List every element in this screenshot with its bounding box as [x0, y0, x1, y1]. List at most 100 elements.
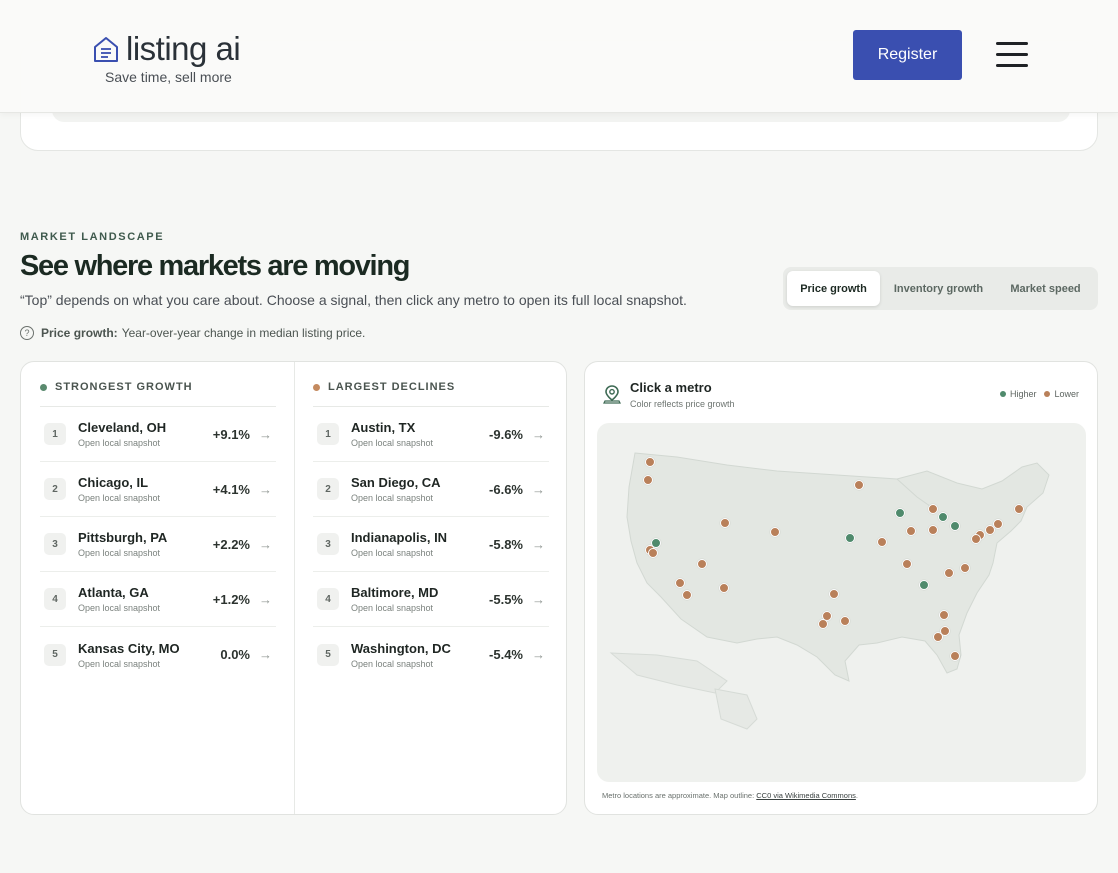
decline-value: -5.8% — [489, 536, 523, 552]
house-document-icon — [94, 37, 118, 62]
menu-icon[interactable] — [996, 42, 1029, 68]
metro-name: Washington, DC — [351, 640, 451, 656]
growth-heading: STRONGEST GROWTH — [40, 362, 276, 407]
signal-tabs: Price growth Inventory growth Market spe… — [783, 267, 1098, 310]
open-snapshot-link[interactable]: Open local snapshot — [351, 659, 489, 669]
metro-marker[interactable] — [928, 504, 938, 514]
metro-marker[interactable] — [928, 525, 938, 535]
tagline: Save time, sell more — [105, 69, 232, 85]
rank-badge: 4 — [44, 588, 66, 610]
list-item[interactable]: 3 Indianapolis, IN Open local snapshot -5.8… — [313, 517, 549, 572]
metro-name: Cleveland, OH — [78, 420, 167, 435]
growth-value: +4.1% — [212, 481, 250, 497]
metro-marker[interactable] — [675, 578, 685, 588]
metro-marker[interactable] — [950, 651, 960, 661]
metro-marker[interactable] — [939, 610, 949, 620]
tab-market-speed[interactable]: Market speed — [997, 271, 1094, 306]
map-attribution: Metro locations are approximate. Map out… — [602, 791, 755, 800]
arrow-right-icon: → — [259, 591, 272, 607]
section-subtitle: “Top” depends on what you care about. Ch… — [20, 292, 687, 308]
logo[interactable]: listing ai — [92, 32, 241, 66]
metro-marker[interactable] — [1014, 504, 1024, 514]
legend-higher: Higher — [1009, 389, 1037, 399]
open-snapshot-link[interactable]: Open local snapshot — [78, 603, 213, 613]
hint-label: Price growth: — [41, 326, 118, 340]
higher-dot-icon — [999, 391, 1006, 397]
metro-name: Austin, TX — [351, 420, 416, 435]
list-item[interactable]: 5 Washington, DC Open local snapshot -5.4% → — [313, 627, 549, 682]
us-outline — [609, 452, 1050, 730]
attribution-link[interactable]: CC0 via Wikimedia Commons — [756, 791, 856, 800]
metro-marker[interactable] — [645, 457, 655, 467]
metro-marker[interactable] — [933, 632, 943, 642]
metro-marker[interactable] — [697, 559, 707, 569]
metro-marker[interactable] — [643, 475, 653, 485]
arrow-right-icon: → — [532, 481, 545, 497]
metro-marker[interactable] — [906, 526, 916, 536]
declines-column: LARGEST DECLINES 1 Austin, TX Open local s… — [313, 362, 549, 682]
open-snapshot-link[interactable]: Open local snapshot — [351, 548, 489, 558]
metro-marker[interactable] — [854, 480, 864, 490]
metro-marker[interactable] — [895, 508, 905, 518]
rank-badge: 1 — [317, 423, 339, 445]
column-divider — [294, 362, 295, 814]
metro-marker[interactable] — [648, 548, 658, 558]
open-snapshot-link[interactable]: Open local snapshot — [351, 603, 489, 613]
rank-badge: 5 — [44, 643, 66, 666]
rankings-card: STRONGEST GROWTH 1 Cleveland, OH Open loca… — [20, 361, 567, 815]
metro-name: Chicago, IL — [78, 475, 149, 490]
legend-lower: Lower — [1054, 389, 1079, 399]
open-snapshot-link[interactable]: Open local snapshot — [78, 548, 213, 558]
metro-marker[interactable] — [985, 525, 995, 535]
metro-marker[interactable] — [829, 589, 839, 599]
open-snapshot-link[interactable]: Open local snapshot — [78, 438, 213, 448]
list-item[interactable]: 5 Kansas City, MO Open local snapshot 0.0% → — [40, 627, 276, 682]
map-legend: Higher Lower — [999, 389, 1079, 399]
metro-marker[interactable] — [719, 583, 729, 593]
map-subtitle: Color reflects price growth — [630, 399, 735, 409]
metro-marker[interactable] — [919, 580, 929, 590]
metro-marker[interactable] — [877, 537, 887, 547]
register-button[interactable]: Register — [853, 30, 962, 80]
rank-badge: 3 — [317, 533, 339, 555]
list-item[interactable]: 4 Baltimore, MD Open local snapshot -5.5% → — [313, 572, 549, 627]
list-item[interactable]: 1 Cleveland, OH Open local snapshot +9.1% → — [40, 407, 276, 462]
site-header: listing ai Save time, sell more Register — [0, 0, 1118, 113]
list-item[interactable]: 2 Chicago, IL Open local snapshot +4.1% → — [40, 462, 276, 517]
metro-marker[interactable] — [902, 559, 912, 569]
tab-inventory-growth[interactable]: Inventory growth — [880, 271, 997, 306]
list-item[interactable]: 2 San Diego, CA Open local snapshot -6.6% → — [313, 462, 549, 517]
list-item[interactable]: 4 Atlanta, GA Open local snapshot +1.2% → — [40, 572, 276, 627]
tab-price-growth[interactable]: Price growth — [787, 271, 880, 306]
list-item[interactable]: 1 Austin, TX Open local snapshot -9.6% → — [313, 407, 549, 462]
list-item[interactable]: 3 Pittsburgh, PA Open local snapshot +2.2% → — [40, 517, 276, 572]
hint-text: Year-over-year change in median listing … — [121, 326, 366, 340]
metro-marker[interactable] — [682, 590, 692, 600]
metro-marker[interactable] — [845, 533, 855, 543]
us-map[interactable] — [597, 423, 1086, 782]
map-title: Click a metro — [630, 380, 712, 395]
map-footer: Metro locations are approximate. Map out… — [602, 791, 858, 800]
metro-name: San Diego, CA — [351, 475, 441, 490]
open-snapshot-link[interactable]: Open local snapshot — [351, 438, 489, 448]
metro-marker[interactable] — [971, 534, 981, 544]
metro-marker[interactable] — [938, 512, 948, 522]
metro-marker[interactable] — [770, 527, 780, 537]
arrow-right-icon: → — [532, 591, 545, 607]
metro-marker[interactable] — [944, 568, 954, 578]
rank-badge: 1 — [44, 423, 66, 445]
metro-name: Baltimore, MD — [351, 585, 439, 600]
arrow-right-icon: → — [259, 647, 272, 662]
metro-marker[interactable] — [720, 518, 730, 528]
open-snapshot-link[interactable]: Open local snapshot — [78, 493, 213, 503]
map-pin-icon — [603, 385, 621, 404]
open-snapshot-link[interactable]: Open local snapshot — [78, 659, 220, 669]
arrow-right-icon: → — [259, 481, 272, 497]
arrow-right-icon: → — [532, 536, 545, 552]
metro-marker[interactable] — [818, 619, 828, 629]
metro-marker[interactable] — [950, 521, 960, 531]
metro-marker[interactable] — [960, 563, 970, 573]
metro-marker[interactable] — [840, 616, 850, 626]
arrow-right-icon: → — [259, 536, 272, 552]
open-snapshot-link[interactable]: Open local snapshot — [351, 493, 489, 503]
